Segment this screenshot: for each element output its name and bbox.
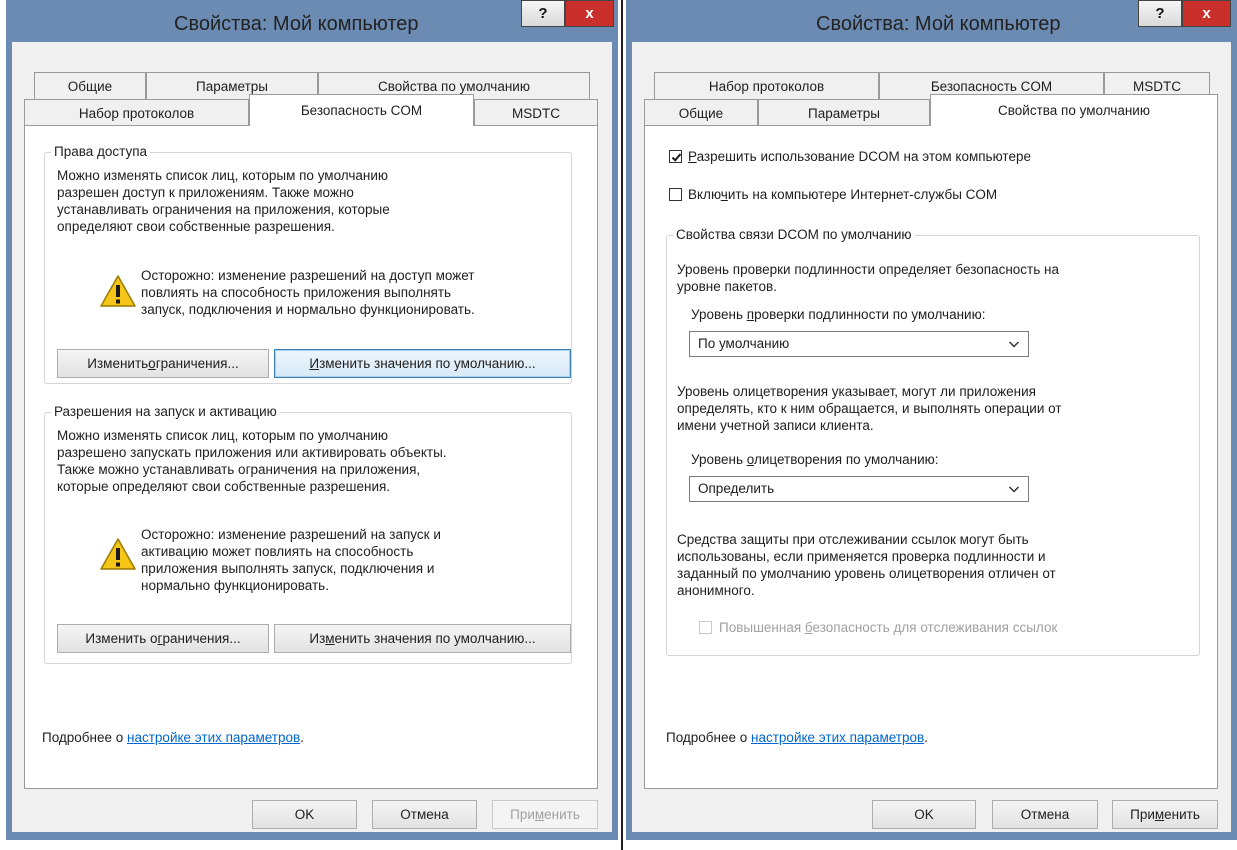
close-button[interactable]: x [565,0,614,27]
tab-protocols[interactable]: Набор протоколов [654,72,879,99]
desc-line: уровне пакетов. [677,279,777,294]
edit-access-limits-button[interactable]: Изменить о граничения... [57,349,269,378]
edit-launch-defaults-button[interactable]: Из м енить значения по умолчанию... [274,624,571,653]
desc-line: заданный по умолчанию уровень олицетворе… [677,566,1056,581]
auth-description: Уровень проверки подлинности определяет … [677,261,1059,295]
more-info-link[interactable]: настройке этих параметров [751,730,924,745]
reference-tracking-description: Средства защиты при отслеживании ссылок … [677,531,1056,599]
edit-access-defaults-button[interactable]: Изменить значения по умолчанию... [274,349,571,378]
window-title: Свойства: Мой компьютер [174,13,419,35]
tab-com-security[interactable]: Безопасность COM [249,94,474,126]
desc-line: имени учетной записи клиента. [677,418,874,433]
close-button[interactable]: x [1182,0,1231,27]
enable-dcom-label[interactable]: Разрешить использование DCOM на этом ком… [688,148,1031,165]
warning-line: Осторожно: изменение разрешений на досту… [141,268,475,283]
tab-protocols[interactable]: Набор протоколов [24,99,249,126]
warning-line: запуск, подключения и нормально функцион… [141,302,475,317]
access-warning: Осторожно: изменение разрешений на досту… [141,267,475,318]
chevron-down-icon [1008,341,1020,348]
warning-line: активацию может повлиять на способность [141,544,414,559]
enable-internet-services-label[interactable]: Включить на компьютере Интернет-службы C… [688,186,997,203]
impersonation-level-select[interactable]: Определить [689,476,1029,502]
tab-panel: Права доступа Можно изменять список лиц,… [24,125,598,789]
client-area: Набор протоколов Безопасность COM MSDTC … [632,42,1231,832]
desc-line: Уровень проверки подлинности определяет … [677,262,1059,277]
dialog-left: Свойства: Мой компьютер ? x Общие Параме… [6,0,618,840]
warning-line: нормально функционировать. [141,578,329,593]
access-description: Можно изменять список лиц, которым по ум… [57,167,390,235]
launch-activation-group: Разрешения на запуск и активацию Можно и… [44,404,572,664]
warning-line: Осторожно: изменение разрешений на запус… [141,527,441,542]
warning-icon [100,275,136,307]
apply-button[interactable]: При м енить [492,800,598,829]
auth-level-select[interactable]: По умолчанию [689,331,1029,357]
auth-level-label: Уровень проверки подлинности по умолчани… [691,307,986,322]
tab-panel: Разрешить использование DCOM на этом ком… [644,125,1218,789]
desc-line: устанавливать ограничения на приложения,… [57,202,390,217]
tab-general[interactable]: Общие [644,99,758,126]
help-button[interactable]: ? [1138,0,1182,27]
desc-line: Уровень олицетворения указывает, могут л… [677,384,1036,399]
apply-button[interactable]: При м енить [1112,800,1218,829]
chevron-down-icon [1008,486,1020,493]
ok-button[interactable]: OK [872,800,976,829]
warning-icon [100,538,136,570]
reference-tracking-checkbox[interactable] [699,621,712,634]
edit-launch-limits-button[interactable]: Изменить о г раничения... [57,624,269,653]
window-title: Свойства: Мой компьютер [816,13,1061,35]
desc-line: использованы, если применяется проверка … [677,549,1046,564]
group-legend: Свойства связи DCOM по умолчанию [673,227,915,242]
more-info: Подробнее о настройке этих параметров. [666,730,928,745]
access-permissions-group: Права доступа Можно изменять список лиц,… [44,144,572,384]
more-info: Подробнее о настройке этих параметров. [42,730,304,745]
desc-line: которые определяют свои собственные разр… [57,479,391,494]
desc-line: определяют свои собственные разрешения. [57,219,335,234]
enable-internet-services-checkbox[interactable] [669,188,682,201]
client-area: Общие Параметры Свойства по умолчанию На… [12,42,612,832]
separator [621,0,623,850]
impersonation-level-value: Определить [698,481,775,496]
title-bar[interactable]: Свойства: Мой компьютер ? x [6,0,618,42]
enable-dcom-checkbox[interactable] [669,150,682,163]
cancel-button[interactable]: Отмена [372,800,477,829]
auth-level-value: По умолчанию [698,336,790,351]
ok-button[interactable]: OK [252,800,357,829]
desc-line: Также можно устанавливать ограничения на… [57,462,421,477]
desc-line: разрешено запускать приложения или актив… [57,445,447,460]
launch-description: Можно изменять список лиц, которым по ум… [57,427,447,495]
launch-warning: Осторожно: изменение разрешений на запус… [141,526,441,594]
tab-options[interactable]: Параметры [758,99,930,126]
desc-line: Средства защиты при отслеживании ссылок … [677,532,1029,547]
dialog-right: Свойства: Мой компьютер ? x Набор проток… [626,0,1237,840]
desc-line: Можно изменять список лиц, которым по ум… [57,168,389,183]
reference-tracking-label[interactable]: Повышенная безопасность для отслеживания… [719,619,1057,636]
warning-line: приложения выполнять запуск, подключения… [141,561,435,576]
checkmark-icon [671,153,682,162]
help-button[interactable]: ? [521,0,565,27]
group-legend: Разрешения на запуск и активацию [51,404,280,419]
warning-line: повлиять на способность приложения выпол… [141,285,452,300]
title-bar[interactable]: Свойства: Мой компьютер ? x [626,0,1237,42]
impersonation-description: Уровень олицетворения указывает, могут л… [677,383,1062,434]
desc-line: анонимного. [677,583,755,598]
desc-line: Можно изменять список лиц, которым по ум… [57,428,389,443]
more-info-link[interactable]: настройке этих параметров [127,730,300,745]
desc-line: разрешен доступ к приложениям. Также мож… [57,185,354,200]
desc-line: определять, кто к ним обращается, и выпо… [677,401,1062,416]
dcom-defaults-group: Свойства связи DCOM по умолчанию Уровень… [666,227,1200,656]
cancel-button[interactable]: Отмена [992,800,1098,829]
tab-default-properties[interactable]: Свойства по умолчанию [930,94,1218,126]
tab-general[interactable]: Общие [34,72,146,99]
tab-msdtc[interactable]: MSDTC [474,99,598,126]
group-legend: Права доступа [51,144,151,159]
impersonation-level-label: Уровень олицетворения по умолчанию: [691,452,939,467]
